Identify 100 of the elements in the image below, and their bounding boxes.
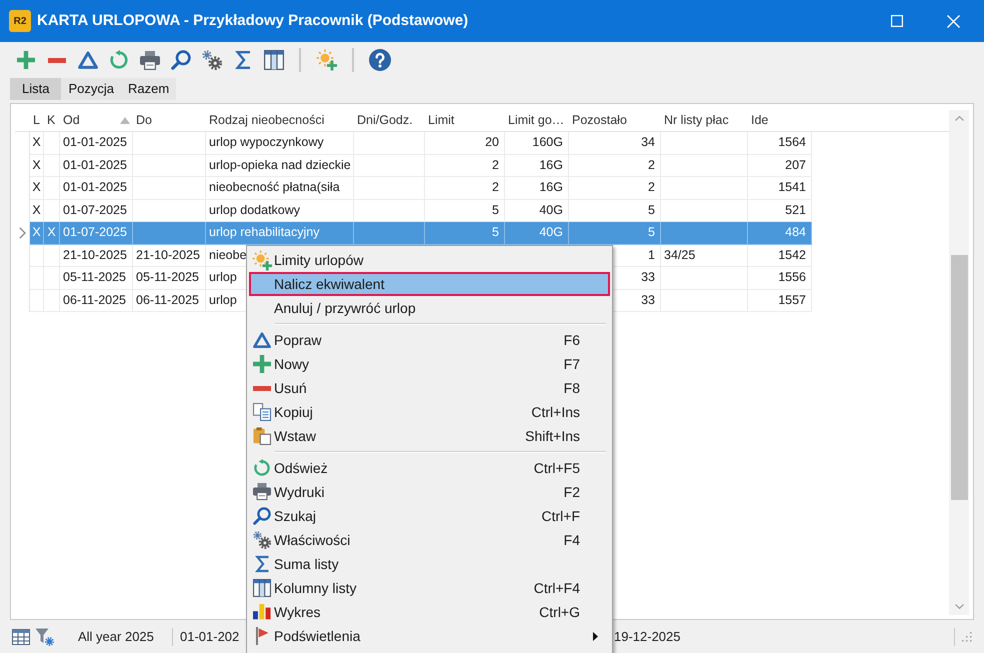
column-header[interactable]: L xyxy=(30,110,44,131)
menu-item[interactable]: Suma listy xyxy=(249,552,610,576)
search-icon xyxy=(170,50,190,70)
shortcut-label: Ctrl+Ins xyxy=(531,402,580,422)
table-cell-text: urlop wypoczynkowy xyxy=(209,134,324,152)
shortcut-label: Ctrl+F5 xyxy=(534,458,580,478)
menu-item[interactable]: Właściwości F4 xyxy=(249,528,610,552)
table-cell-text: 16G xyxy=(539,179,563,196)
table-cell-text: urlop-opieka nad dzieckie xyxy=(209,156,351,174)
menu-item[interactable]: Limity urlopów xyxy=(249,248,610,272)
table-cell-text: 5 xyxy=(648,202,655,219)
menu-item[interactable]: Nalicz ekwiwalent xyxy=(249,272,610,296)
table-cell-text: urlop rehabilitacyjny xyxy=(209,224,320,242)
table-cell-text: 2 xyxy=(648,179,655,196)
table-cell-text: X xyxy=(32,202,41,219)
table-row[interactable]: X 01-01-2025 urlop wypoczynkowy 20 160G 34 1564 xyxy=(30,132,812,154)
table-cell-text: 1564 xyxy=(778,134,806,152)
table-cell-text: 06-11-2025 xyxy=(63,292,126,309)
menu-item[interactable]: Wydruki F2 xyxy=(249,480,610,504)
resize-grip-icon xyxy=(961,631,972,642)
tab[interactable]: Razem xyxy=(121,78,176,100)
paste-icon xyxy=(253,427,271,445)
status-text: All year 2025 xyxy=(78,628,154,646)
sigma-icon xyxy=(254,555,270,573)
minus-icon xyxy=(253,386,271,390)
menu-item[interactable]: Anuluj / przywróć urlop xyxy=(249,296,610,320)
shortcut-label: Ctrl+F xyxy=(542,506,580,526)
menu-item[interactable]: Wykres Ctrl+G xyxy=(249,600,610,624)
plus-icon xyxy=(16,51,34,69)
tab[interactable]: Pozycja xyxy=(61,78,121,100)
scroll-down-icon xyxy=(954,604,964,609)
menu-item[interactable]: Szukaj Ctrl+F xyxy=(249,504,610,528)
shortcut-label: Shift+Ins xyxy=(525,426,580,446)
menu-item[interactable]: Podświetlenia xyxy=(249,624,610,648)
menu-item[interactable]: Popraw F6 xyxy=(249,328,610,352)
scroll-up-icon xyxy=(954,116,964,121)
table-cell-text: 2 xyxy=(492,156,499,174)
table-cell-text: 21-10-2025 xyxy=(136,246,200,264)
menu-item[interactable]: Usuń F8 xyxy=(249,376,610,400)
column-header[interactable]: Rodzaj nieobecności xyxy=(206,110,354,131)
table-cell-text: 40G xyxy=(539,202,563,219)
table-cell-text: urlop xyxy=(209,292,237,309)
column-header[interactable]: Od xyxy=(60,110,133,131)
column-header[interactable]: Limit go… xyxy=(505,110,569,131)
table-cell-text: nieobe xyxy=(209,246,247,264)
copy-icon xyxy=(253,403,271,421)
shortcut-label: Ctrl+G xyxy=(539,602,580,622)
bar-chart-icon xyxy=(253,604,271,620)
search-icon xyxy=(253,507,271,525)
table-cell-text: 01-07-2025 xyxy=(63,224,127,242)
menu-item[interactable]: Kolumny listy Ctrl+F4 xyxy=(249,576,610,600)
gears-icon xyxy=(202,50,222,70)
refresh-icon xyxy=(253,459,271,477)
app-logo: R2 xyxy=(9,10,31,32)
shortcut-label: F6 xyxy=(564,330,580,350)
table-icon xyxy=(12,628,30,644)
table-cell-text: X xyxy=(32,224,41,242)
table-cell-text: X xyxy=(32,156,41,174)
table-cell-text: 5 xyxy=(492,224,499,242)
table-cell-text: 05-11-2025 xyxy=(136,269,200,286)
table-row[interactable]: X 01-01-2025 nieobecność płatna(siła 2 16G 2 1541 xyxy=(30,177,812,200)
table-cell-text: 1542 xyxy=(778,246,806,264)
scrollbar-thumb[interactable] xyxy=(950,255,968,500)
column-header[interactable]: Dni/Godz. xyxy=(354,110,425,131)
menu-item[interactable]: Nowy F7 xyxy=(249,352,610,376)
table-cell-text: X xyxy=(32,179,41,196)
table-cell-text: 5 xyxy=(492,202,499,219)
table-cell-text: 1557 xyxy=(778,292,806,309)
table-cell-text: 1 xyxy=(648,246,655,264)
table-cell-text: 05-11-2025 xyxy=(63,269,126,286)
column-header[interactable]: Pozostało xyxy=(569,110,661,131)
table-cell-text: 207 xyxy=(785,156,806,174)
table-row[interactable]: X 01-01-2025 urlop-opieka nad dzieckie 2 16G 2 207 xyxy=(30,154,812,177)
menu-item[interactable]: Wstaw Shift+Ins xyxy=(249,424,610,448)
scrollbar[interactable] xyxy=(949,110,969,615)
table-cell-text: 20 xyxy=(485,134,499,152)
columns-icon xyxy=(264,50,284,70)
column-header[interactable]: Limit xyxy=(425,110,505,131)
window-title: KARTA URLOPOWA - Przykładowy Pracownik (Podstawowe) xyxy=(37,10,468,31)
table-cell-text: 01-01-2025 xyxy=(63,134,127,152)
column-header[interactable]: Nr listy płac xyxy=(661,110,748,131)
menu-item[interactable]: Kopiuj Ctrl+Ins xyxy=(249,400,610,424)
column-header[interactable]: Do xyxy=(133,110,206,131)
table-cell-text: 21-10-2025 xyxy=(63,246,127,264)
sun-plus-icon xyxy=(316,49,338,71)
table-cell-text: 5 xyxy=(648,224,655,242)
tab[interactable]: Lista xyxy=(10,78,62,100)
table-cell-text: urlop xyxy=(209,269,237,286)
minus-icon xyxy=(48,58,66,62)
printer-icon xyxy=(140,50,160,70)
menu-item[interactable]: Odśwież Ctrl+F5 xyxy=(249,456,610,480)
printer-icon xyxy=(253,483,271,501)
column-header[interactable]: K xyxy=(44,110,60,131)
column-header[interactable]: Ide xyxy=(748,110,812,131)
shortcut-label: Ctrl+F4 xyxy=(534,578,580,598)
shortcut-label: F7 xyxy=(564,354,580,374)
table-cell-text: urlop dodatkowy xyxy=(209,202,300,219)
table-cell-text: 521 xyxy=(785,202,806,219)
table-cell-text: 33 xyxy=(641,292,655,309)
status-text: 19-12-2025 xyxy=(614,628,680,646)
